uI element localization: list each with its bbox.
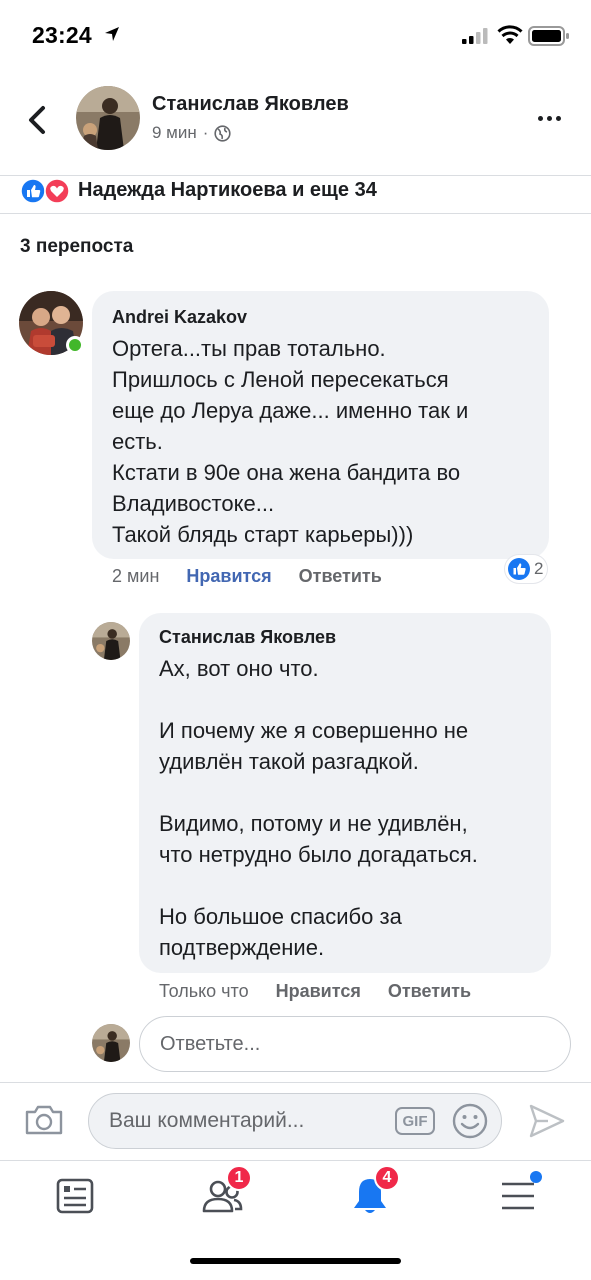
avatar-photo-icon — [92, 622, 130, 660]
battery-icon — [528, 26, 569, 46]
friends-badge: 1 — [226, 1165, 252, 1191]
menu-icon — [502, 1182, 534, 1210]
wifi-icon — [497, 25, 523, 44]
reply-author[interactable]: Станислав Яковлев — [159, 627, 336, 648]
more-dot-icon — [556, 116, 561, 121]
reply-input-placeholder: Ответьте... — [160, 1032, 261, 1055]
tab-menu[interactable] — [488, 1171, 548, 1221]
signal-icon — [462, 28, 488, 44]
camera-icon[interactable] — [24, 1103, 64, 1137]
reply-actions: Только что Нравится Ответить — [159, 981, 471, 1002]
emoji-icon[interactable] — [451, 1102, 489, 1140]
tab-news-feed[interactable] — [45, 1171, 105, 1221]
status-bar: 23:24 — [0, 0, 591, 72]
comment-text: Ортега...ты прав тотально. Пришлось с Ле… — [112, 336, 469, 547]
like-love-reactions-icon — [20, 178, 70, 204]
comment-time: 2 мин — [112, 566, 160, 586]
more-dot-icon — [538, 116, 543, 121]
reply-reply-button[interactable]: Ответить — [388, 981, 471, 1002]
back-button[interactable] — [22, 102, 52, 138]
reply-text: Ах, вот оно что. И почему же я совершенн… — [159, 656, 478, 960]
post-meta: 9 мин · — [152, 123, 232, 143]
reply-bubble[interactable]: Станислав Яковлев Ах, вот оно что. И поч… — [139, 613, 551, 973]
reply-author-avatar[interactable] — [92, 622, 130, 660]
comment-author[interactable]: Andrei Kazakov — [112, 307, 247, 328]
current-user-avatar — [92, 1024, 130, 1062]
menu-notification-dot — [530, 1171, 542, 1183]
notifications-badge: 4 — [374, 1165, 400, 1191]
post-author-name[interactable]: Станислав Яковлев — [152, 93, 349, 116]
reply-button[interactable]: Ответить — [299, 566, 382, 587]
status-time: 23:24 — [32, 22, 92, 48]
reactions-summary-text: Надежда Нартикоева и еще 34 — [78, 179, 377, 201]
reply-time: Только что — [159, 981, 249, 1001]
like-button[interactable]: Нравится — [186, 566, 271, 587]
gif-button[interactable]: GIF — [395, 1107, 435, 1135]
author-avatar[interactable] — [76, 86, 140, 150]
bottom-tab-bar: 1 4 — [0, 1160, 591, 1230]
location-arrow-icon — [105, 27, 119, 41]
globe-icon — [214, 124, 232, 142]
comment-composer: Ваш комментарий... GIF — [0, 1082, 591, 1160]
news-feed-icon — [56, 1178, 94, 1214]
online-status-indicator — [66, 336, 84, 354]
avatar-photo-icon — [92, 1024, 130, 1062]
meta-separator: · — [202, 123, 209, 142]
chevron-left-icon — [29, 106, 45, 134]
post-header: Станислав Яковлев 9 мин · — [0, 76, 591, 176]
reactions-summary[interactable]: Надежда Нартикоева и еще 34 — [0, 176, 591, 214]
reply-input[interactable]: Ответьте... — [139, 1016, 571, 1072]
send-icon[interactable] — [528, 1103, 566, 1139]
tab-friends[interactable]: 1 — [192, 1165, 252, 1221]
reposts-count[interactable]: 3 перепоста — [20, 236, 133, 258]
more-options-button[interactable] — [538, 116, 561, 121]
comment-input[interactable]: Ваш комментарий... GIF — [88, 1093, 502, 1149]
like-reaction-icon — [508, 558, 530, 580]
comment-reaction-count[interactable]: 2 — [505, 555, 548, 583]
comment-actions: 2 мин Нравится Ответить — [112, 566, 382, 587]
comment-bubble[interactable]: Andrei Kazakov Ортега...ты прав тотально… — [92, 291, 549, 559]
reaction-count-text: 2 — [534, 559, 544, 578]
avatar-photo-icon — [76, 86, 140, 150]
more-dot-icon — [547, 116, 552, 121]
reply-like-button[interactable]: Нравится — [276, 981, 361, 1002]
comment-input-placeholder: Ваш комментарий... — [109, 1109, 305, 1132]
post-time: 9 мин — [152, 123, 197, 142]
home-indicator[interactable] — [190, 1258, 401, 1264]
tab-notifications[interactable]: 4 — [340, 1165, 400, 1221]
